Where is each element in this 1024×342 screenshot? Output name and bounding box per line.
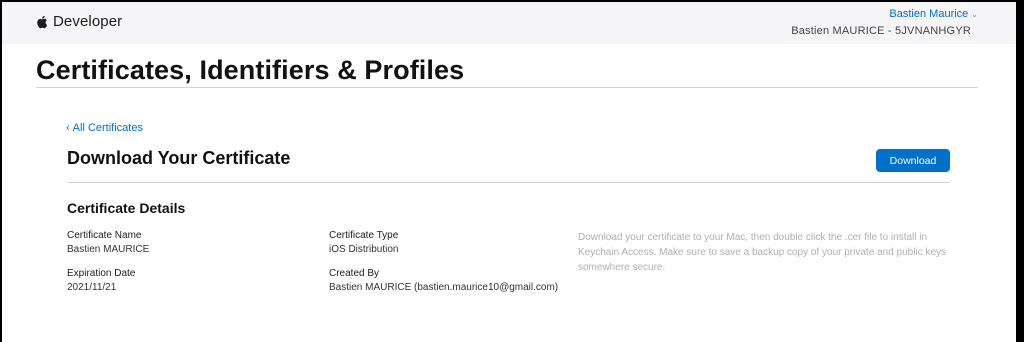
certificate-type-field: Certificate Type iOS Distribution xyxy=(329,229,398,257)
field-label: Expiration Date xyxy=(67,268,136,279)
apple-logo-icon xyxy=(36,15,48,29)
certificate-name-field: Certificate Name Bastien MAURICE xyxy=(67,229,149,257)
field-label: Certificate Type xyxy=(329,230,399,241)
team-id: Bastien MAURICE - 5JVNANHGYR xyxy=(791,25,971,37)
field-value: 2021/11/21 xyxy=(67,282,117,293)
field-value: Bastien MAURICE (bastien.maurice10@gmail… xyxy=(329,282,559,293)
chevron-down-icon: ⌄ xyxy=(971,9,978,19)
details-heading: Certificate Details xyxy=(67,200,186,216)
field-label: Created By xyxy=(329,268,380,279)
brand-label: Developer xyxy=(53,13,123,30)
user-menu[interactable]: Bastien Maurice ⌄ xyxy=(889,8,978,20)
divider xyxy=(67,182,950,183)
field-label: Certificate Name xyxy=(67,230,142,241)
field-value: iOS Distribution xyxy=(329,244,399,255)
divider xyxy=(36,87,978,88)
section-heading: Download Your Certificate xyxy=(67,148,291,168)
window-edge xyxy=(1016,0,1024,342)
all-certificates-link[interactable]: ‹ All Certificates xyxy=(66,122,143,134)
developer-home-link[interactable]: Developer xyxy=(36,13,122,30)
created-by-field: Created By Bastien MAURICE (bastien.maur… xyxy=(329,267,558,295)
back-link-label: All Certificates xyxy=(72,122,143,134)
user-name: Bastien Maurice xyxy=(889,8,969,20)
help-text: Download your certificate to your Mac, t… xyxy=(578,232,946,273)
global-nav: Developer Bastien Maurice ⌄ Bastien MAUR… xyxy=(2,2,1016,44)
expiration-date-field: Expiration Date 2021/11/21 xyxy=(67,267,135,295)
field-value: Bastien MAURICE xyxy=(67,244,150,255)
app-window: Developer Bastien Maurice ⌄ Bastien MAUR… xyxy=(2,2,1016,342)
page-title: Certificates, Identifiers & Profiles xyxy=(36,55,465,85)
chevron-left-icon: ‹ xyxy=(66,122,70,134)
download-button[interactable]: Download xyxy=(876,149,950,172)
